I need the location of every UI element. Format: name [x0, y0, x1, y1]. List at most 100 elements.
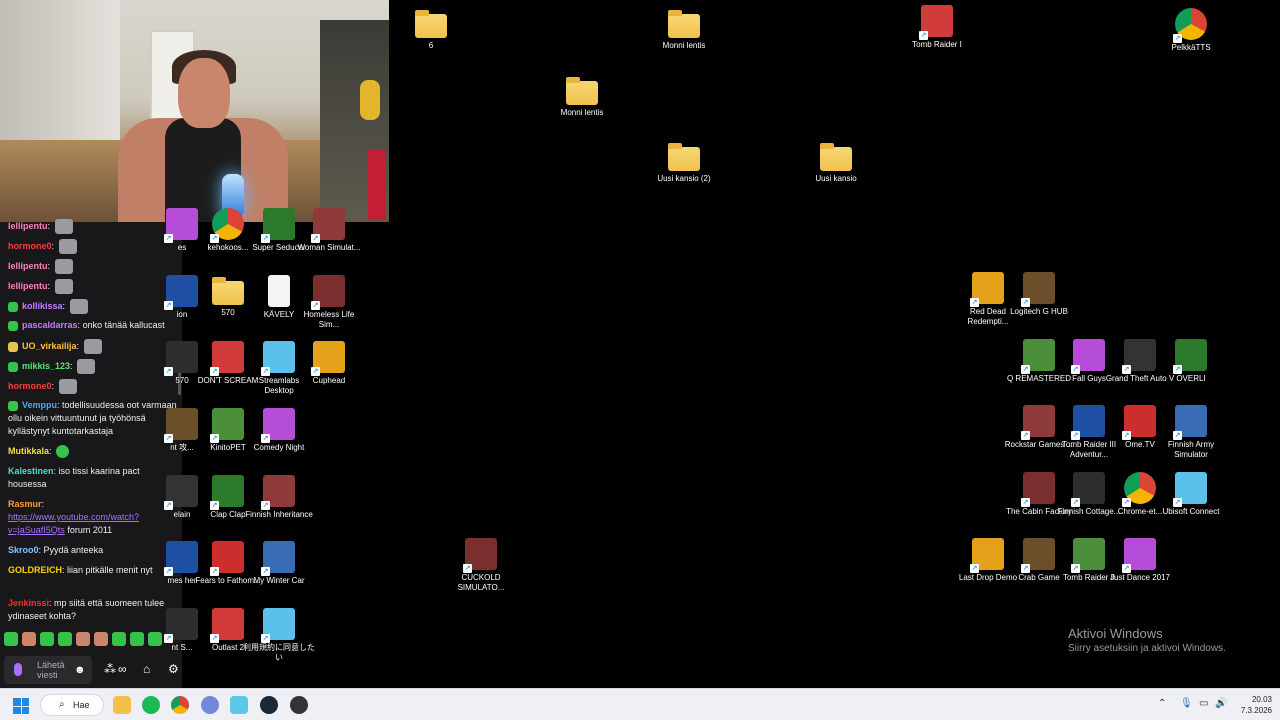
discord-icon[interactable]	[201, 696, 219, 714]
chevron-up-icon[interactable]: ⌃	[1158, 698, 1166, 709]
chat-username[interactable]: GOLDREICH	[8, 565, 62, 575]
chrome-icon[interactable]	[171, 696, 189, 714]
desktop-icon-overli[interactable]: OVERLI	[1155, 339, 1227, 384]
desktop-icon-label: Uusi kansio (2)	[657, 174, 711, 183]
file-explorer-icon[interactable]	[113, 696, 131, 714]
desktop-icon-my-winter-car[interactable]: My Winter Car	[243, 541, 315, 586]
app-icon	[1021, 272, 1055, 307]
desktop-icon-ubisoft-connect[interactable]: Ubisoft Connect	[1155, 472, 1227, 517]
chat-text: Pyydä anteeka	[43, 545, 104, 555]
app-icon	[1021, 405, 1055, 440]
app-icon	[210, 608, 244, 643]
folder-icon	[566, 77, 598, 105]
start-button[interactable]	[13, 698, 29, 714]
app-icon	[210, 541, 244, 576]
emote-icon[interactable]	[4, 632, 18, 646]
chat-username[interactable]: UO_virkailija	[22, 341, 77, 351]
desktop-icon-label: Finnish Army Simulator	[1167, 440, 1215, 459]
chat-username[interactable]: Rasmur	[8, 499, 42, 509]
app-icon	[261, 341, 295, 376]
emote-icon[interactable]	[22, 632, 36, 646]
app-icon	[970, 538, 1004, 573]
desktop-icon-monni-lentis[interactable]: Monni lentis	[546, 75, 618, 118]
chat-username[interactable]: lellipentu	[8, 221, 48, 231]
chat-username[interactable]: Jenkinssi	[8, 598, 49, 608]
infinity-icon[interactable]: ∞	[118, 662, 127, 676]
desktop-icon-cuphead[interactable]: Cuphead	[293, 341, 365, 386]
desktop-icon-just-dance-2017[interactable]: Just Dance 2017	[1104, 538, 1176, 583]
clock[interactable]: 20.03 7.3.2026	[1232, 694, 1272, 716]
microphone-icon[interactable]	[14, 663, 22, 676]
desktop-icon-label: OVERLI	[1176, 374, 1206, 383]
desktop-icon-label: PelkkäTTS	[1171, 43, 1211, 52]
volume-icon[interactable]: 🔊	[1215, 698, 1227, 709]
app-icon	[1071, 538, 1105, 573]
desktop-icon-logitech-g-hub[interactable]: Logitech G HUB	[1003, 272, 1075, 317]
folder-icon	[668, 10, 700, 38]
activate-title: Aktivoi Windows	[1068, 626, 1163, 641]
chat-username[interactable]: kollikissa	[22, 301, 63, 311]
chat-username[interactable]: Skroo0	[8, 545, 39, 555]
chat-input[interactable]: Lähetä viesti ☻	[4, 656, 92, 684]
webcam-overlay	[0, 0, 389, 222]
chat-username[interactable]: hormone0	[8, 381, 52, 391]
emote-icon[interactable]	[94, 632, 108, 646]
chat-username[interactable]: lellipentu	[8, 261, 48, 271]
desktop-icon-6[interactable]: 6	[395, 8, 467, 51]
desktop-icon-uusi-kansio-2[interactable]: Uusi kansio (2)	[648, 141, 720, 184]
extensions-icon[interactable]: ⁂	[104, 662, 116, 676]
emote-icon[interactable]	[130, 632, 144, 646]
desktop-icon-pelkk-tts[interactable]: PelkkäTTS	[1155, 8, 1227, 53]
app-icon	[1021, 538, 1055, 573]
chat-input-placeholder: Lähetä viesti	[37, 660, 65, 680]
chat-text: liian pitkälle menit nyt	[67, 565, 153, 575]
emote-icon	[77, 359, 96, 374]
app-icon	[1122, 538, 1156, 573]
desktop-icon-comedy-night[interactable]: Comedy Night	[243, 408, 315, 453]
search-button[interactable]: ⌕ Hae	[40, 694, 104, 716]
spotify-icon[interactable]	[142, 696, 160, 714]
desktop-icon-monni-lentis[interactable]: Monni lentis	[648, 8, 720, 51]
desktop-icon-label: Logitech G HUB	[1010, 307, 1068, 316]
clock-time: 20.03	[1251, 695, 1272, 704]
settings-icon[interactable]: ⚙	[168, 662, 179, 676]
desktop-icon-uusi-kansio[interactable]: Uusi kansio	[800, 141, 872, 184]
emote-icon	[69, 299, 88, 314]
emote-icon[interactable]	[40, 632, 54, 646]
emote-icon[interactable]	[76, 632, 90, 646]
app-icon	[311, 275, 345, 310]
app-icon	[261, 408, 295, 443]
network-icon[interactable]: ▭	[1199, 698, 1208, 709]
desktop-icon-finnish-army-simulator[interactable]: Finnish Army Simulator	[1155, 405, 1227, 460]
app-icon[interactable]	[230, 696, 248, 714]
store-icon[interactable]: ⌂	[143, 662, 150, 676]
desktop-icon-label: Homeless Life Sim...	[303, 310, 355, 329]
obs-icon[interactable]	[290, 696, 308, 714]
desktop-icon-cuckold-simulato[interactable]: CUCKOLD SIMULATO...	[445, 538, 517, 593]
emote-icon	[83, 339, 102, 354]
desktop-icon-woman-simulat[interactable]: Woman Simulat...	[293, 208, 365, 253]
emote-icon[interactable]	[112, 632, 126, 646]
emote-icon[interactable]	[58, 632, 72, 646]
desktop-icon-label: Just Dance 2017	[1109, 573, 1171, 582]
chat-username[interactable]: Kalestinen	[8, 466, 54, 476]
microphone-icon[interactable]: 🎙	[1180, 698, 1193, 709]
chat-username[interactable]: Mutikkala	[8, 446, 49, 456]
chat-username[interactable]: hormone0	[8, 241, 52, 251]
emote-icon	[54, 259, 73, 274]
chat-text: onko tänää kallucast	[82, 320, 165, 330]
desktop-icon-finnish-inheritance[interactable]: Finnish Inheritance	[243, 475, 315, 520]
desktop-icon-homeless-life-sim[interactable]: Homeless Life Sim...	[293, 275, 365, 330]
chat-username[interactable]: mikkis_123	[22, 361, 70, 371]
chrome-icon	[1122, 472, 1156, 507]
desktop-icon-label: Woman Simulat...	[297, 243, 361, 252]
desktop-icon-item[interactable]: 利用規約に同意したい	[243, 608, 315, 663]
smile-icon[interactable]: ☻	[74, 664, 86, 676]
chat-username[interactable]: Vemppu	[22, 400, 57, 410]
chat-username[interactable]: pascaldarras	[22, 320, 78, 330]
desktop-icon-label: Cuphead	[312, 376, 346, 385]
app-icon	[1071, 339, 1105, 374]
desktop-icon-tomb-raider-i[interactable]: Tomb Raider I	[901, 5, 973, 50]
steam-icon[interactable]	[260, 696, 278, 714]
chat-username[interactable]: lellipentu	[8, 281, 48, 291]
